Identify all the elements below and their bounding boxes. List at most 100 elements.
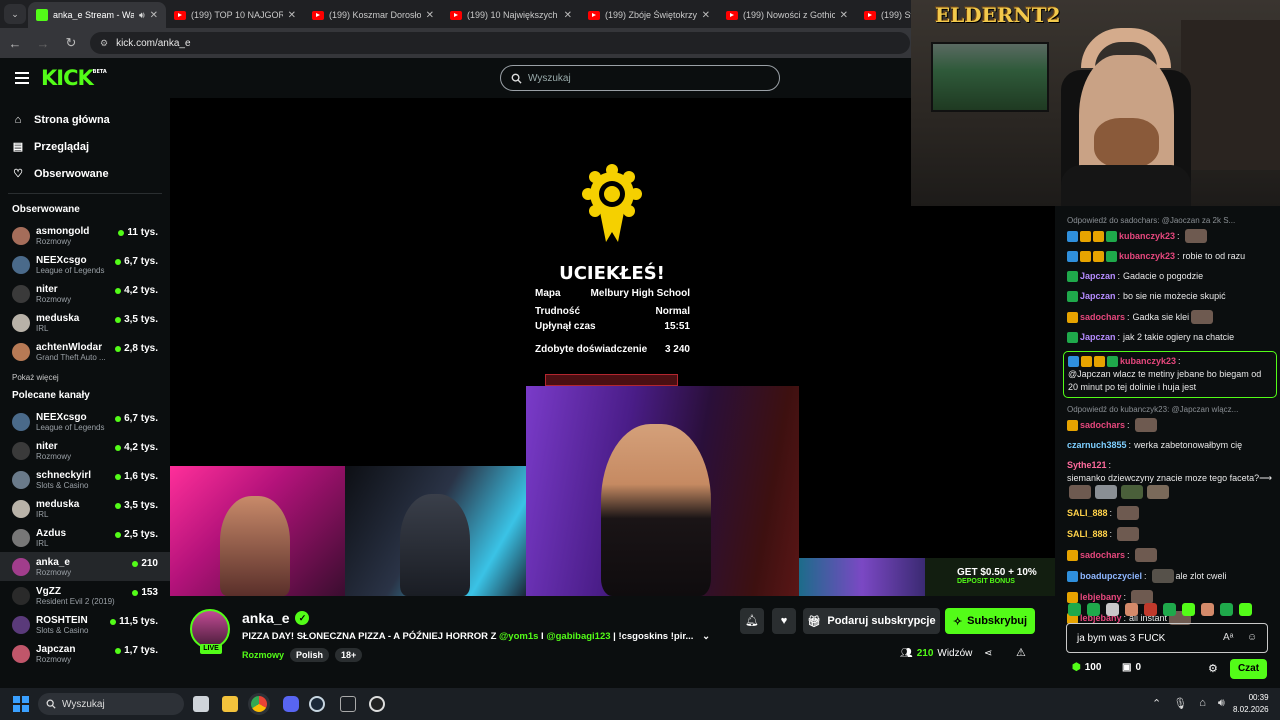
chat-username[interactable]: czarnuch3855: [1067, 439, 1127, 452]
windows-start-icon[interactable]: [13, 696, 29, 712]
browser-tab[interactable]: (199) TOP 10 NAJGORSZY ✕: [166, 2, 304, 28]
forward-icon[interactable]: →: [34, 36, 52, 51]
chat-username[interactable]: SALI_888: [1067, 528, 1108, 541]
subscribe-button[interactable]: ✧ Subskrybuj: [945, 608, 1035, 634]
emote-icon[interactable]: [1144, 603, 1157, 616]
discord-icon[interactable]: [283, 696, 299, 712]
notification-bell-button[interactable]: 🔔︎: [740, 608, 764, 634]
browser-tab[interactable]: (199) Koszmar Dorosłośc ✕: [304, 2, 442, 28]
chat-message[interactable]: Japczan: Gadacie o pogodzie: [1067, 270, 1280, 283]
ad-banner-skins[interactable]: [799, 558, 925, 596]
sidebar-channel-Azdus[interactable]: Azdus IRL 2,5 tys.: [0, 523, 170, 552]
browser-tab[interactable]: (199) Zbóje Świętokrzysc ✕: [580, 2, 718, 28]
show-more-link[interactable]: Pokaż więcej: [0, 373, 170, 382]
chevron-up-icon[interactable]: ⌃: [1152, 697, 1161, 710]
browser-tab[interactable]: (199) Nowości z Gothic R ✕: [718, 2, 856, 28]
sidebar-channel-Japczan[interactable]: Japczan Rozmowy 1,7 tys.: [0, 639, 170, 668]
gear-icon[interactable]: ⚙: [1208, 662, 1218, 675]
chat-username[interactable]: boadupczyciel: [1080, 570, 1142, 583]
obs-icon[interactable]: [369, 696, 385, 712]
chevron-down-icon[interactable]: ⌄: [702, 631, 710, 642]
network-icon[interactable]: ⌂: [1199, 697, 1206, 710]
emote-icon[interactable]: [1220, 603, 1233, 616]
chat-message[interactable]: sadochars:: [1067, 418, 1280, 432]
chat-message[interactable]: kubanczyk23: robie to od razu: [1067, 250, 1280, 263]
mention-link[interactable]: @yom1s: [499, 631, 538, 642]
chat-username[interactable]: Japczan: [1080, 290, 1116, 303]
follow-heart-button[interactable]: ♥: [772, 608, 796, 634]
tag-pill[interactable]: 18+: [335, 648, 363, 662]
menu-icon[interactable]: [15, 72, 29, 84]
close-icon[interactable]: ✕: [150, 10, 158, 21]
taskbar-clock[interactable]: 00:39 8.02.2026: [1233, 692, 1269, 716]
address-bar[interactable]: ⚙ kick.com/anka_e: [90, 32, 910, 54]
report-icon[interactable]: ⚠: [1016, 646, 1026, 659]
tag-pill[interactable]: Polish: [290, 648, 330, 662]
site-info-icon[interactable]: ⚙: [100, 38, 108, 49]
sidebar-channel-asmongold[interactable]: asmongold Rozmowy 11 tys.: [0, 221, 170, 250]
chat-message[interactable]: SALI_888:: [1067, 506, 1280, 520]
chat-send-button[interactable]: Czat: [1230, 659, 1267, 679]
sidebar-channel-ROSHTEIN[interactable]: ROSHTEIN Slots & Casino 11,5 tys.: [0, 610, 170, 639]
translate-icon[interactable]: Aᵃ: [1223, 632, 1233, 643]
tab-search-icon[interactable]: ⌄: [4, 4, 26, 24]
chat-message[interactable]: SALI_888:: [1067, 527, 1280, 541]
emote-icon[interactable]: [1106, 603, 1119, 616]
chat-message[interactable]: sadochars:: [1067, 548, 1280, 562]
file-explorer-icon[interactable]: [222, 696, 238, 712]
close-icon[interactable]: ✕: [288, 10, 296, 21]
close-icon[interactable]: ✕: [426, 10, 434, 21]
chat-message[interactable]: lebjebany:: [1067, 590, 1280, 604]
chat-message[interactable]: kubanczyk23:: [1067, 229, 1280, 243]
chrome-icon[interactable]: [251, 696, 267, 712]
microphone-icon[interactable]: 🎙︎: [1173, 697, 1187, 710]
chat-username[interactable]: sadochars: [1080, 311, 1125, 324]
chat-message[interactable]: Sythe121: siemanko dziewczyny znacie moze…: [1067, 459, 1280, 499]
sidebar-channel-meduska[interactable]: meduska IRL 3,5 tys.: [0, 494, 170, 523]
chat-message[interactable]: sadochars: Gadka sie klei: [1067, 310, 1280, 324]
chat-input[interactable]: ja bym was 3 FUCK Aᵃ ☺: [1066, 623, 1268, 653]
chat-message[interactable]: Japczan: bo sie nie możecie skupić: [1067, 290, 1280, 303]
sidebar-channel-schneckyirl[interactable]: schneckyirl Slots & Casino 1,6 tys.: [0, 465, 170, 494]
taskbar-search[interactable]: Wyszukaj: [38, 693, 184, 715]
kick-logo[interactable]: KICK BETA: [41, 66, 107, 90]
back-icon[interactable]: ←: [6, 36, 24, 51]
speaker-icon[interactable]: 🔊︎: [139, 10, 145, 21]
chat-username[interactable]: kubanczyk23: [1119, 230, 1175, 243]
chat-username[interactable]: sadochars: [1080, 549, 1125, 562]
chat-username[interactable]: SALI_888: [1067, 507, 1108, 520]
emote-icon[interactable]: [1125, 603, 1138, 616]
chat-username[interactable]: kubanczyk23: [1120, 355, 1176, 368]
sidebar-nav-item[interactable]: ♡ Obserwowane: [0, 160, 170, 187]
browser-tab[interactable]: (199) 10 Największych Dz ✕: [442, 2, 580, 28]
app-icon[interactable]: [340, 696, 356, 712]
chat-message[interactable]: czarnuch3855: werka zabetonowałbym cię: [1067, 439, 1280, 452]
share-icon[interactable]: ⋖: [984, 648, 992, 659]
sidebar-channel-VgZZ[interactable]: VgZZ Resident Evil 2 (2019) 153: [0, 581, 170, 610]
close-icon[interactable]: ✕: [702, 10, 710, 21]
chat-message[interactable]: kubanczyk23: @Japczan wlacz te metiny jeb…: [1063, 351, 1277, 398]
emote-icon[interactable]: [1201, 603, 1214, 616]
chat-username[interactable]: Sythe121: [1067, 459, 1107, 472]
mention-link[interactable]: @gabibagi123: [546, 631, 610, 642]
category-link[interactable]: Rozmowy: [242, 650, 284, 660]
chat-username[interactable]: Japczan: [1080, 331, 1116, 344]
chat-username[interactable]: lebjebany: [1080, 591, 1122, 604]
chat-message[interactable]: Japczan: jak 2 takie ogiery na chatcie: [1067, 331, 1280, 344]
sidebar-channel-NEEXcsgo[interactable]: NEEXcsgo League of Legends 6,7 tys.: [0, 407, 170, 436]
sidebar-channel-niter[interactable]: niter Rozmowy 4,2 tys.: [0, 436, 170, 465]
sidebar-channel-achtenWlodar[interactable]: achtenWlodar Grand Theft Auto ... 2,8 tys.: [0, 337, 170, 366]
sidebar-channel-meduska[interactable]: meduska IRL 3,5 tys.: [0, 308, 170, 337]
secondary-points[interactable]: ▣ 0: [1122, 662, 1141, 673]
search-input[interactable]: Wyszukaj: [500, 65, 780, 91]
chat-message[interactable]: boadupczyciel: ale zlot cweli: [1067, 569, 1280, 583]
sidebar-nav-item[interactable]: ⌂ Strona główna: [0, 106, 170, 133]
steam-icon[interactable]: [309, 696, 325, 712]
sidebar-channel-anka_e[interactable]: anka_e Rozmowy 210: [0, 552, 170, 581]
sidebar-channel-NEEXcsgo[interactable]: NEEXcsgo League of Legends 6,7 tys.: [0, 250, 170, 279]
chat-username[interactable]: kubanczyk23: [1119, 250, 1175, 263]
task-view-icon[interactable]: [193, 696, 209, 712]
channel-name[interactable]: anka_e ✓: [242, 610, 310, 626]
sidebar-nav-item[interactable]: ▤ Przeglądaj: [0, 133, 170, 160]
channel-avatar[interactable]: [190, 609, 230, 649]
